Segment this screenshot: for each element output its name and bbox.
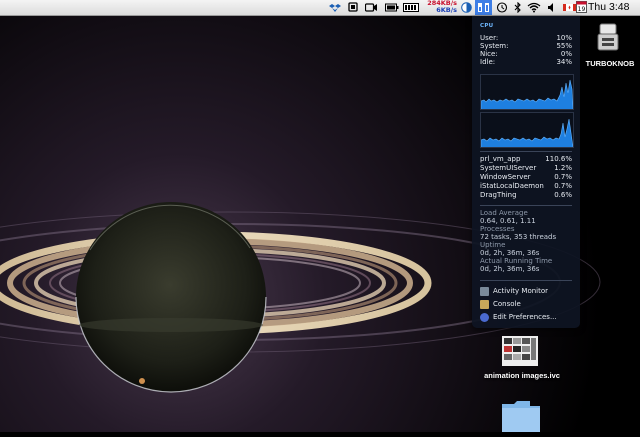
- pie-icon[interactable]: [461, 2, 472, 13]
- istat-icon[interactable]: [475, 0, 492, 15]
- istat-cpu-panel: CPU User: 10% System: 55% Nice: 0% Idle:…: [472, 16, 580, 328]
- menubar-clock[interactable]: Thu 3:48: [588, 1, 629, 13]
- net-download: 6KB/s: [436, 6, 457, 14]
- menu-item-activity-monitor[interactable]: Activity Monitor: [480, 286, 576, 297]
- bluetooth-icon[interactable]: [514, 2, 522, 13]
- dropbox-icon[interactable]: [329, 2, 341, 13]
- process-row: iStatLocalDaemon 0.7%: [480, 182, 572, 190]
- separator: [480, 280, 572, 281]
- load-average: Load Average 0.64, 0.61, 1.11: [480, 209, 536, 225]
- menu-item-console[interactable]: Console: [480, 299, 576, 310]
- cpu-graph-core-1: [480, 74, 574, 110]
- cpu-stat-nice: Nice: 0%: [480, 50, 572, 58]
- process-row: WindowServer 0.7%: [480, 173, 572, 181]
- cpu-stat-system: System: 55%: [480, 42, 572, 50]
- volume-icon[interactable]: [547, 2, 557, 13]
- cpu-graph-core-2: [480, 112, 574, 148]
- process-row: prl_vm_app 110.6%: [480, 155, 572, 163]
- actual-running-time: Actual Running Time 0d, 2h, 36m, 36s: [480, 257, 553, 273]
- turboknob-label[interactable]: TURBOKNOB: [584, 59, 636, 68]
- console-icon: [480, 300, 489, 309]
- calendar-icon[interactable]: 19: [576, 1, 587, 13]
- uptime: Uptime 0d, 2h, 36m, 36s: [480, 241, 540, 257]
- processes-summary: Processes 72 tasks, 353 threads: [480, 225, 557, 241]
- display-icon[interactable]: [348, 2, 358, 13]
- animation-images-icon[interactable]: [502, 336, 538, 366]
- separator: [480, 205, 572, 206]
- cpu-stat-idle: Idle: 34%: [480, 58, 572, 66]
- network-speed[interactable]: 284KB/s 6KB/s: [421, 0, 457, 15]
- flag-icon[interactable]: [563, 2, 576, 13]
- time-machine-icon[interactable]: [496, 2, 508, 13]
- cpu-meter-icon[interactable]: [403, 2, 419, 13]
- cpu-stat-user: User: 10%: [480, 34, 572, 42]
- battery-icon[interactable]: [385, 2, 399, 13]
- wifi-icon[interactable]: [527, 2, 541, 13]
- svg-text:19: 19: [578, 6, 586, 13]
- video-icon[interactable]: [365, 2, 378, 13]
- activity-monitor-icon: [480, 287, 489, 296]
- menu-item-edit-preferences[interactable]: Edit Preferences...: [480, 312, 576, 323]
- turboknob-icon[interactable]: [594, 22, 622, 54]
- folder-icon[interactable]: [500, 398, 542, 432]
- process-row: DragThing 0.6%: [480, 191, 572, 199]
- cpu-section-title: CPU: [480, 23, 494, 29]
- preferences-icon: [480, 313, 489, 322]
- menu-bar: 284KB/s 6KB/s 19 Thu 3:48: [0, 0, 640, 16]
- process-row: SystemUIServer 1.2%: [480, 164, 572, 172]
- separator: [480, 151, 572, 152]
- animation-images-label[interactable]: animation images.ivc: [476, 371, 568, 380]
